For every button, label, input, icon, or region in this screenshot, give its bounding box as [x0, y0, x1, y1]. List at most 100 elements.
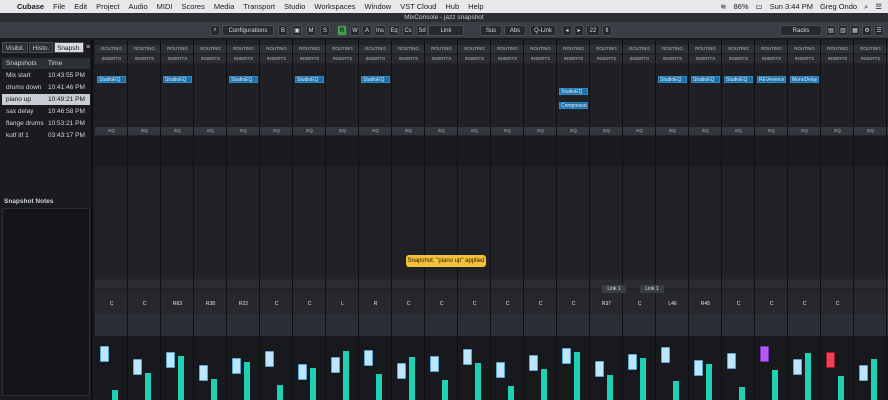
eq-button[interactable]: Eq — [388, 25, 400, 36]
menu-app[interactable]: Cubase — [17, 2, 44, 11]
volume-fader[interactable] — [100, 346, 109, 362]
snapshot-row[interactable]: sax delay 10:46:58 PM — [2, 106, 90, 117]
layout-icon[interactable]: ▤ — [826, 25, 836, 36]
volume-fader[interactable] — [826, 352, 835, 368]
pan-value[interactable]: R37 — [590, 301, 623, 307]
inserts-label[interactable]: INSERTS — [854, 56, 887, 61]
inserts-label[interactable]: INSERTS — [293, 56, 326, 61]
pan-value[interactable]: C — [260, 301, 293, 307]
cs-button[interactable]: Cs — [402, 25, 414, 36]
eq-header-label[interactable]: EQ — [821, 128, 854, 133]
insert-plugin-slot[interactable]: StudioEQ — [559, 88, 588, 95]
pan-value[interactable]: R22 — [227, 301, 260, 307]
snapshot-row[interactable]: kutf itf 1 03:43:17 PM — [2, 130, 90, 141]
volume-fader[interactable] — [496, 362, 505, 378]
menu-workspaces[interactable]: Workspaces — [314, 2, 355, 11]
eq-header-label[interactable]: EQ — [458, 128, 491, 133]
menu-icon[interactable]: ☰ — [874, 25, 884, 36]
eq-header-label[interactable]: EQ — [590, 128, 623, 133]
link-dropdown[interactable]: Link — [428, 25, 464, 36]
inserts-label[interactable]: INSERTS — [425, 56, 458, 61]
pan-value[interactable]: C — [821, 301, 854, 307]
volume-fader[interactable] — [760, 346, 769, 362]
pan-value[interactable]: C — [788, 301, 821, 307]
link-badge-2[interactable]: Link 1 — [640, 285, 664, 293]
expand-icon[interactable]: ▸ — [574, 25, 584, 36]
eq-header-label[interactable]: EQ — [557, 128, 590, 133]
routing-label[interactable]: ROUTING — [128, 46, 161, 51]
routing-label[interactable]: ROUTING — [524, 46, 557, 51]
eq-header-label[interactable]: EQ — [623, 128, 656, 133]
routing-label[interactable]: ROUTING — [854, 46, 887, 51]
volume-fader[interactable] — [793, 359, 802, 375]
ins-button[interactable]: Ins — [374, 25, 386, 36]
racks-dropdown[interactable]: Racks — [780, 25, 822, 36]
menu-media[interactable]: Media — [214, 2, 234, 11]
routing-label[interactable]: ROUTING — [392, 46, 425, 51]
eq-header-label[interactable]: EQ — [359, 128, 392, 133]
settings-icon[interactable]: ⚙ — [862, 25, 872, 36]
pan-value[interactable]: L46 — [656, 301, 689, 307]
inserts-label[interactable]: INSERTS — [491, 56, 524, 61]
search-icon[interactable]: ⌕ — [864, 2, 868, 12]
menu-window[interactable]: Window — [365, 2, 392, 11]
volume-fader[interactable] — [265, 351, 274, 367]
routing-label[interactable]: ROUTING — [722, 46, 755, 51]
volume-fader[interactable] — [859, 365, 868, 381]
volume-fader[interactable] — [199, 365, 208, 381]
eq-header-label[interactable]: EQ — [95, 128, 128, 133]
insert-plugin-slot[interactable]: StudioEQ — [691, 76, 720, 83]
eq-header-label[interactable]: EQ — [788, 128, 821, 133]
inserts-label[interactable]: INSERTS — [128, 56, 161, 61]
snapshot-row[interactable]: Mix start 10:43:55 PM — [2, 70, 90, 81]
pan-value[interactable]: C — [491, 301, 524, 307]
routing-label[interactable]: ROUTING — [326, 46, 359, 51]
inserts-label[interactable]: INSERTS — [227, 56, 260, 61]
pan-value[interactable]: C — [557, 301, 590, 307]
search-icon[interactable]: ⌕ — [210, 25, 220, 36]
routing-label[interactable]: ROUTING — [293, 46, 326, 51]
routing-label[interactable]: ROUTING — [689, 46, 722, 51]
menu-hub[interactable]: Hub — [445, 2, 459, 11]
routing-label[interactable]: ROUTING — [821, 46, 854, 51]
menu-edit[interactable]: Edit — [74, 2, 87, 11]
volume-fader[interactable] — [529, 355, 538, 371]
insert-plugin-slot[interactable]: MonoDelay — [790, 76, 819, 83]
menu-scores[interactable]: Scores — [182, 2, 205, 11]
routing-label[interactable]: ROUTING — [656, 46, 689, 51]
eq-header-label[interactable]: EQ — [326, 128, 359, 133]
pan-value[interactable]: C — [458, 301, 491, 307]
insert-plugin-slot[interactable]: StudioEQ — [658, 76, 687, 83]
volume-fader[interactable] — [331, 357, 340, 373]
read-button[interactable]: R — [337, 25, 347, 36]
stepper-icon[interactable]: ⇕ — [602, 25, 612, 36]
panel-menu-icon[interactable]: ≡ — [86, 44, 90, 51]
solo-button[interactable]: S — [320, 25, 330, 36]
tab-snapshots[interactable]: Snapsh. — [54, 42, 84, 53]
routing-label[interactable]: ROUTING — [95, 46, 128, 51]
eq-header-label[interactable]: EQ — [425, 128, 458, 133]
snapshot-row[interactable]: drums down 10:41:46 PM — [2, 82, 90, 93]
routing-label[interactable]: ROUTING — [788, 46, 821, 51]
routing-label[interactable]: ROUTING — [425, 46, 458, 51]
routing-label[interactable]: ROUTING — [194, 46, 227, 51]
layout-icon-2[interactable]: ▥ — [838, 25, 848, 36]
pan-value[interactable]: R45 — [689, 301, 722, 307]
tab-history[interactable]: Histo. — [29, 42, 53, 53]
b-button[interactable]: B — [278, 25, 288, 36]
pan-value[interactable]: L — [326, 301, 359, 307]
insert-plugin-slot[interactable]: StudioEQ — [163, 76, 192, 83]
volume-fader[interactable] — [661, 347, 670, 363]
insert-plugin-slot[interactable]: REVerence — [757, 76, 786, 83]
snapshot-notes-field[interactable] — [2, 208, 90, 396]
volume-fader[interactable] — [595, 361, 604, 377]
inserts-label[interactable]: INSERTS — [689, 56, 722, 61]
layout-icon-3[interactable]: ▦ — [850, 25, 860, 36]
eq-header-label[interactable]: EQ — [689, 128, 722, 133]
snapshot-row[interactable]: flange drums 10:53:21 PM — [2, 118, 90, 129]
inserts-label[interactable]: INSERTS — [326, 56, 359, 61]
eq-header-label[interactable]: EQ — [161, 128, 194, 133]
volume-fader[interactable] — [562, 348, 571, 364]
qlink-button[interactable]: Q-Link — [530, 25, 556, 36]
collapse-icon[interactable]: ◂ — [562, 25, 572, 36]
